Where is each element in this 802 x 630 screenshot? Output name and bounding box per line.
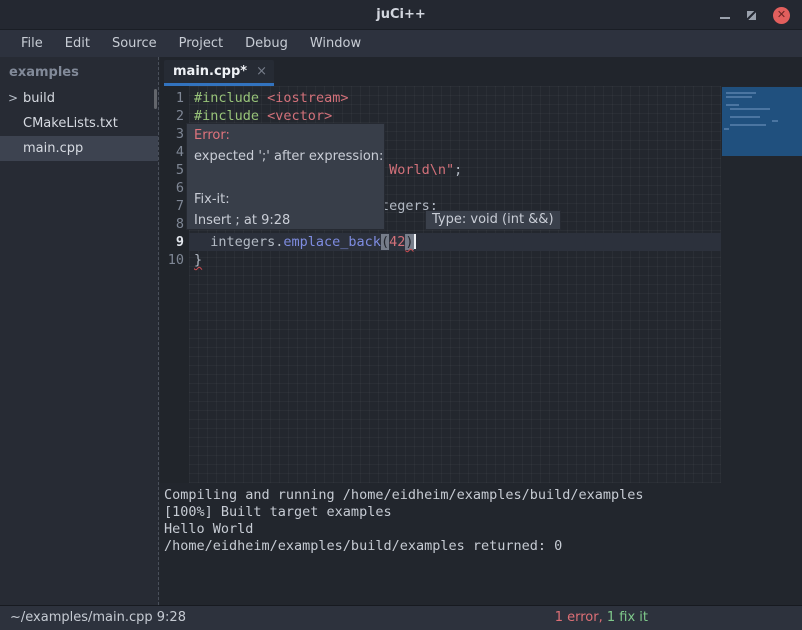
terminal-output-line: Compiling and running /home/eidheim/exam… bbox=[164, 487, 802, 504]
code-segment-string: <vector> bbox=[267, 108, 332, 124]
text-cursor bbox=[414, 234, 416, 249]
statusbar: ~/examples/main.cpp 9:28 1 error, 1 fix … bbox=[0, 605, 802, 630]
code-line-10[interactable]: 10} bbox=[160, 251, 802, 269]
status-diagnostics: 1 error, 1 fix it bbox=[555, 606, 648, 630]
code-segment-number: 42 bbox=[389, 234, 405, 250]
line-number: 2 bbox=[160, 107, 184, 125]
tree-item-label: CMakeLists.txt bbox=[23, 116, 118, 131]
window-controls: ✕ bbox=[720, 0, 790, 30]
menu-debug[interactable]: Debug bbox=[234, 30, 299, 57]
editor-pane: main.cpp* × 1 #include <iostream> 2 #includ… bbox=[160, 57, 802, 605]
terminal-output-line: [100%] Built target examples bbox=[164, 504, 802, 521]
tab-label: main.cpp* bbox=[173, 64, 247, 79]
code-text: } bbox=[194, 251, 202, 269]
code-segment-preproc: #include bbox=[194, 90, 259, 106]
line-number: 10 bbox=[160, 251, 184, 269]
tree-item-label: main.cpp bbox=[23, 141, 83, 156]
code-line-9[interactable]: 9 integers.emplace_back(42) bbox=[160, 233, 802, 251]
tab-close-icon[interactable]: × bbox=[256, 60, 267, 83]
code-segment-string: <iostream> bbox=[267, 90, 348, 106]
fixit-title: Fix-it: bbox=[194, 192, 230, 207]
code-editor[interactable]: 1#include <iostream>2#include <vector>34… bbox=[160, 86, 802, 483]
sidebar-scrollbar[interactable] bbox=[154, 89, 157, 109]
menu-source[interactable]: Source bbox=[101, 30, 168, 57]
terminal-output-line: Hello World bbox=[164, 521, 802, 538]
tree-item-cmakelists-txt[interactable]: CMakeLists.txt bbox=[0, 111, 158, 136]
tree-item-label: build bbox=[23, 91, 55, 106]
file-tree: > build CMakeLists.txt main.cpp bbox=[0, 86, 158, 161]
tree-item-main-cpp[interactable]: main.cpp bbox=[0, 136, 158, 161]
menu-file[interactable]: File bbox=[10, 30, 54, 57]
error-tooltip-message: expected ';' after expression: bbox=[194, 149, 383, 164]
code-segment-plain: ; bbox=[454, 162, 462, 178]
menu-edit[interactable]: Edit bbox=[54, 30, 101, 57]
line-number: 6 bbox=[160, 179, 184, 197]
code-text: integers.emplace_back(42) bbox=[194, 233, 416, 251]
tabbar: main.cpp* × bbox=[160, 57, 802, 86]
matched-bracket-error: ) bbox=[405, 234, 413, 250]
fixit-message: Insert ; at 9:28 bbox=[194, 213, 290, 228]
code-segment-preproc: #include bbox=[194, 108, 259, 124]
code-segment-function: emplace_back bbox=[283, 234, 381, 250]
error-underlined-code: } bbox=[194, 252, 202, 268]
line-number: 9 bbox=[160, 233, 184, 251]
error-tooltip-title: Error: bbox=[194, 128, 230, 143]
menu-window[interactable]: Window bbox=[299, 30, 372, 57]
window-title: juCi++ bbox=[0, 0, 802, 30]
project-name: examples bbox=[0, 57, 158, 86]
tree-item-build[interactable]: > build bbox=[0, 86, 158, 111]
line-number: 5 bbox=[160, 161, 184, 179]
code-segment-bracket: ( bbox=[381, 234, 389, 250]
code-text: #include <iostream> bbox=[194, 89, 348, 107]
menu-project[interactable]: Project bbox=[168, 30, 234, 57]
error-tooltip: Error: expected ';' after expression: Fi… bbox=[186, 123, 385, 230]
line-number: 1 bbox=[160, 89, 184, 107]
close-icon[interactable]: ✕ bbox=[773, 7, 790, 24]
code-line-1[interactable]: 1 #include <iostream> bbox=[160, 89, 802, 107]
error-count: 1 error, bbox=[555, 610, 603, 625]
status-file-location: ~/examples/main.cpp 9:28 bbox=[10, 606, 186, 630]
code-segment-plain bbox=[259, 90, 267, 106]
titlebar: juCi++ ✕ bbox=[0, 0, 802, 30]
line-number: 7 bbox=[160, 197, 184, 215]
chevron-right-icon[interactable]: > bbox=[8, 86, 18, 111]
type-tooltip: Type: void (int &&) bbox=[425, 210, 561, 230]
line-number: 3 bbox=[160, 125, 184, 143]
line-number: 8 bbox=[160, 215, 184, 233]
fixit-count: 1 fix it bbox=[603, 610, 648, 625]
code-segment-plain bbox=[259, 108, 267, 124]
restore-icon[interactable] bbox=[747, 11, 756, 20]
minimize-icon[interactable] bbox=[720, 17, 730, 19]
terminal-output-line: /home/eidheim/examples/build/examples re… bbox=[164, 538, 802, 555]
file-tree-sidebar: examples > build CMakeLists.txt main.cpp bbox=[0, 57, 159, 605]
menubar: FileEditSourceProjectDebugWindow bbox=[0, 30, 802, 57]
line-number: 4 bbox=[160, 143, 184, 161]
build-output-terminal[interactable]: Compiling and running /home/eidheim/exam… bbox=[160, 483, 802, 605]
code-segment-plain: integers. bbox=[194, 234, 283, 250]
tab-main-cpp[interactable]: main.cpp* × bbox=[164, 60, 274, 86]
